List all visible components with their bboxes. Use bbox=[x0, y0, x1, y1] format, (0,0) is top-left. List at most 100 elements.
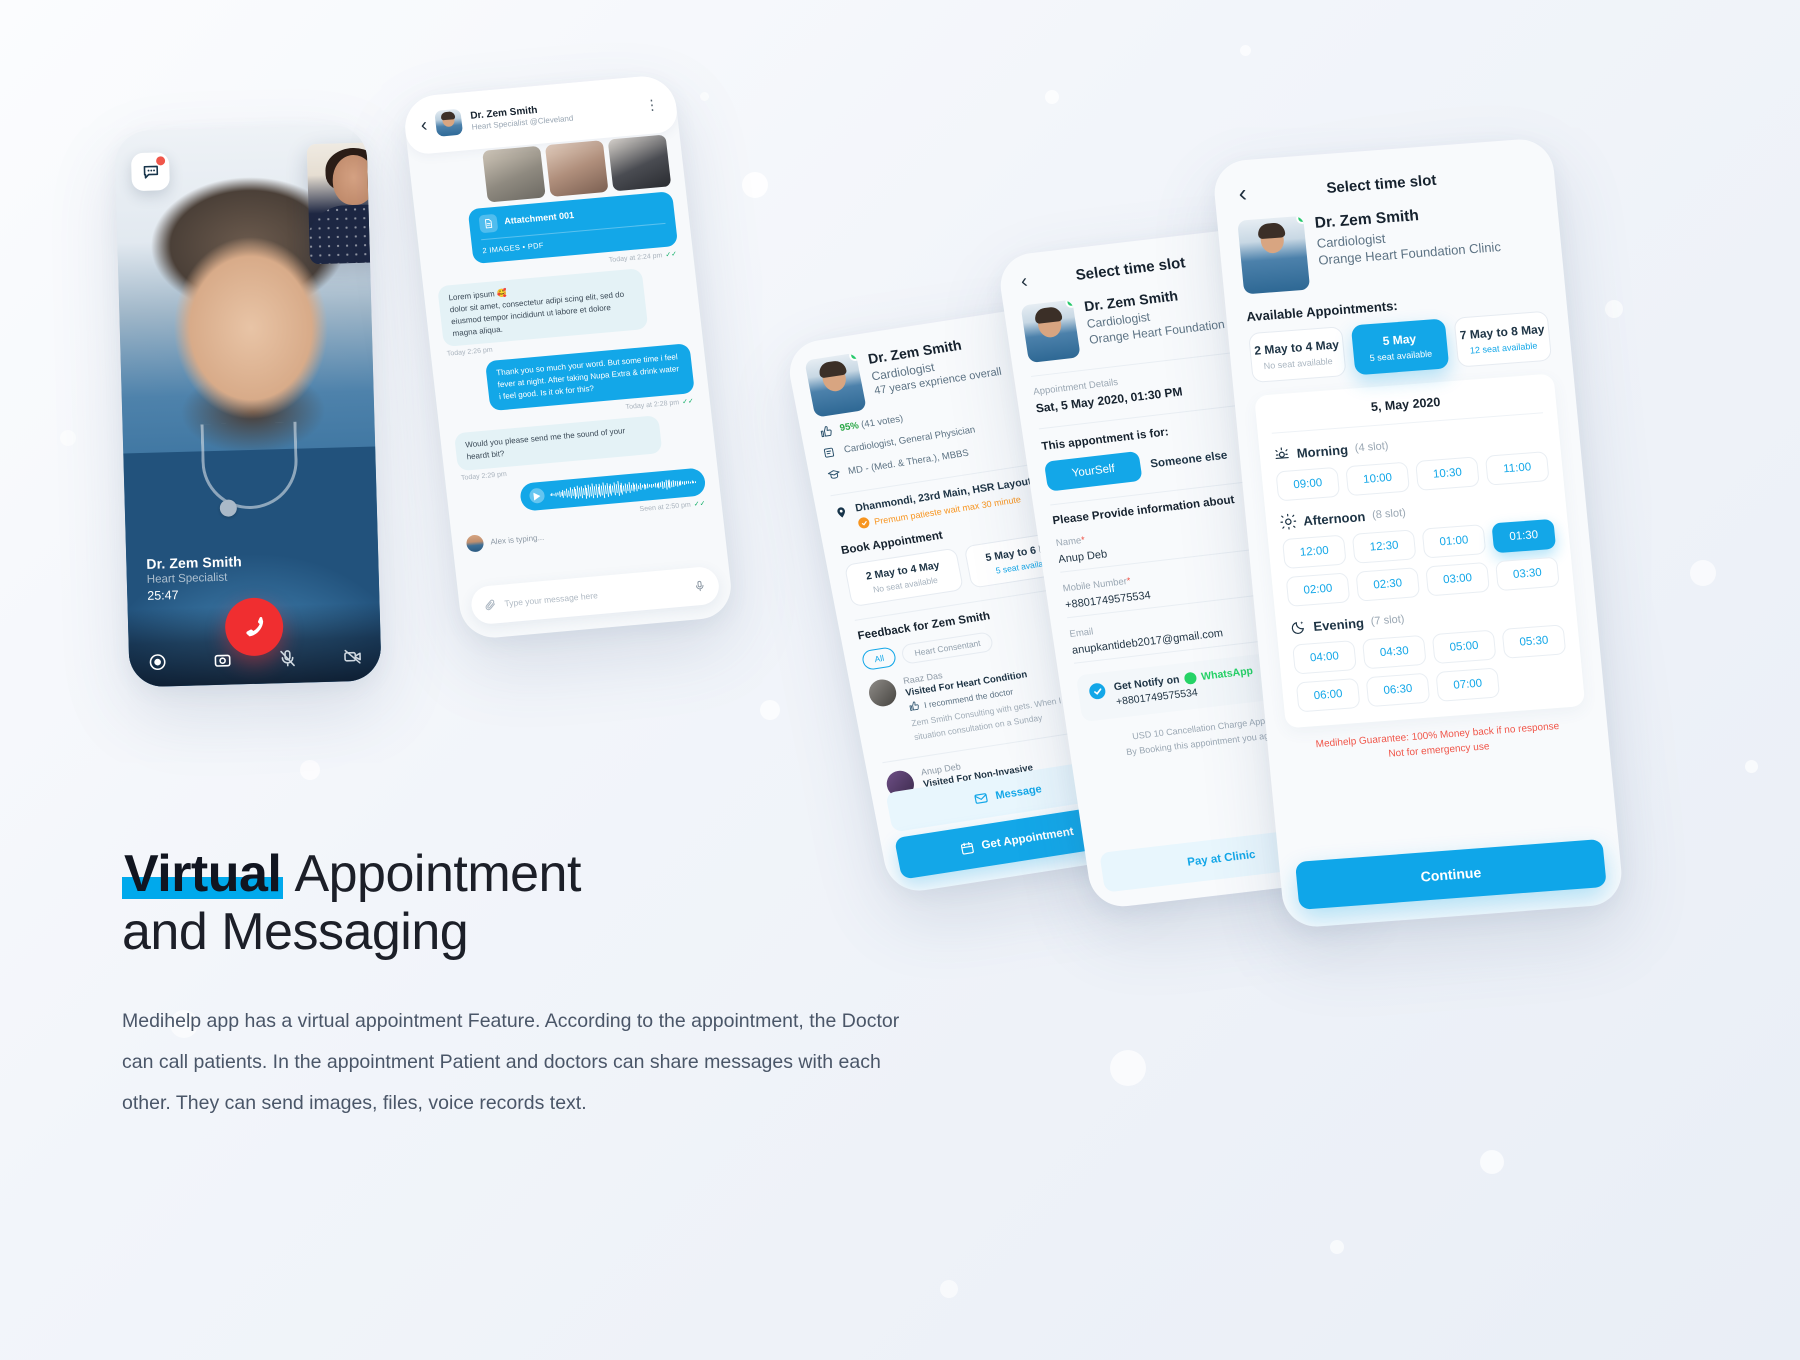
time-slot[interactable]: 06:30 bbox=[1365, 672, 1431, 708]
call-doctor-role: Heart Specialist bbox=[146, 571, 228, 586]
segment-someone-else[interactable]: Someone else bbox=[1150, 450, 1229, 471]
microphone-muted-icon bbox=[280, 649, 296, 666]
video-off-button[interactable] bbox=[341, 644, 366, 669]
record-icon bbox=[149, 653, 166, 670]
read-tick-icon: ✓✓ bbox=[665, 251, 678, 260]
sun-icon bbox=[1280, 513, 1297, 530]
verified-badge-icon bbox=[857, 516, 871, 530]
date-option-selected[interactable]: 5 May 5 seat available bbox=[1350, 318, 1450, 376]
audio-waveform bbox=[549, 474, 697, 503]
time-slot[interactable]: 09:00 bbox=[1275, 466, 1341, 502]
avatar bbox=[804, 352, 867, 418]
continue-button[interactable]: Continue bbox=[1294, 838, 1607, 910]
period-count: (4 slot) bbox=[1354, 440, 1389, 455]
doctor-summary: Dr. Zem Smith Cardiologist Orange Heart … bbox=[1237, 198, 1543, 295]
evening-slot-grid: 04:00 04:30 05:00 05:30 06:00 06:30 07:00 bbox=[1292, 624, 1570, 713]
time-slot[interactable]: 12:30 bbox=[1351, 529, 1417, 564]
record-button[interactable] bbox=[145, 649, 170, 674]
available-date-options: 2 May to 4 May No seat available 5 May 5… bbox=[1248, 310, 1553, 383]
graduation-cap-icon bbox=[825, 468, 841, 483]
patient-body bbox=[306, 203, 382, 265]
document-icon bbox=[478, 213, 499, 234]
online-status-dot bbox=[1295, 215, 1308, 225]
image-thumbnail[interactable] bbox=[482, 145, 546, 203]
read-tick-icon: ✓✓ bbox=[693, 499, 706, 508]
chat-bubble-icon bbox=[143, 165, 158, 179]
more-vertical-icon[interactable]: ⋮ bbox=[644, 96, 661, 113]
date-range: 5 May bbox=[1382, 331, 1417, 349]
time-slot[interactable]: 05:30 bbox=[1501, 624, 1567, 659]
period-name: Morning bbox=[1296, 441, 1349, 461]
required-marker: * bbox=[1080, 534, 1086, 547]
online-status-dot bbox=[1064, 299, 1078, 309]
read-tick-icon: ✓✓ bbox=[681, 397, 695, 406]
date-option[interactable]: 7 May to 8 May 12 seat available bbox=[1453, 310, 1553, 368]
time-slot[interactable]: 05:00 bbox=[1431, 629, 1497, 665]
time-slot[interactable]: 12:00 bbox=[1281, 534, 1347, 570]
video-call-phone: Dr. Zem Smith Heart Specialist 25:47 bbox=[114, 124, 382, 688]
segment-yourself[interactable]: YourSelf bbox=[1043, 450, 1143, 492]
time-slot[interactable]: 03:30 bbox=[1495, 556, 1560, 592]
time-slot[interactable]: 02:00 bbox=[1285, 572, 1351, 607]
mute-button[interactable] bbox=[275, 646, 300, 671]
date-range: 2 May to 4 May bbox=[1253, 337, 1340, 358]
image-thumbnail[interactable] bbox=[607, 134, 672, 192]
call-timer: 25:47 bbox=[147, 588, 179, 603]
avatar bbox=[465, 533, 485, 553]
attachment-title: Attatchment 001 bbox=[503, 210, 575, 227]
date-option[interactable]: 2 May to 4 May No seat available bbox=[843, 547, 964, 608]
microphone-icon[interactable] bbox=[693, 580, 706, 593]
unread-dot bbox=[155, 156, 166, 166]
slots-header: ‹ Select time slot bbox=[1234, 160, 1536, 207]
time-slot[interactable]: 01:00 bbox=[1421, 524, 1487, 559]
check-circle-icon[interactable] bbox=[1088, 682, 1107, 701]
time-slot[interactable]: 03:00 bbox=[1425, 561, 1490, 597]
page-title: Select time slot bbox=[1325, 171, 1438, 197]
headline-line2: and Messaging bbox=[122, 903, 469, 962]
self-video-preview[interactable] bbox=[306, 141, 382, 265]
chat-input-bar[interactable]: Type your message here bbox=[469, 565, 721, 626]
time-slot[interactable]: 10:00 bbox=[1345, 461, 1410, 497]
paperclip-icon[interactable] bbox=[484, 598, 497, 611]
filter-chip-heart[interactable]: Heart Consentant bbox=[900, 631, 995, 665]
date-option[interactable]: 2 May to 4 May No seat available bbox=[1248, 326, 1347, 383]
period-name: Afternoon bbox=[1302, 508, 1366, 529]
time-slot[interactable]: 02:30 bbox=[1355, 567, 1421, 602]
avatar bbox=[434, 108, 464, 137]
chat-message-list[interactable]: Attatchment 001 2 IMAGES • PDF Today at … bbox=[408, 127, 728, 578]
time-slot[interactable]: 04:30 bbox=[1361, 634, 1427, 670]
end-call-icon bbox=[245, 616, 263, 636]
avatar bbox=[1020, 299, 1081, 364]
screenshot-icon bbox=[214, 654, 231, 667]
avatar bbox=[866, 677, 899, 709]
afternoon-slot-grid: 12:00 12:30 01:00 01:30 02:00 02:30 03:00 03:30 bbox=[1281, 518, 1560, 607]
time-slot[interactable]: 07:00 bbox=[1435, 667, 1501, 702]
back-chevron-icon[interactable]: ‹ bbox=[420, 114, 429, 135]
sunrise-icon bbox=[1275, 447, 1289, 460]
time-slot[interactable]: 06:00 bbox=[1295, 677, 1361, 713]
image-thumbnail[interactable] bbox=[544, 140, 609, 197]
headline-rest: Appointment bbox=[283, 845, 581, 903]
date-availability: 5 seat available bbox=[1369, 348, 1433, 364]
screenshot-button[interactable] bbox=[210, 647, 235, 672]
search-input[interactable]: Type your message here bbox=[504, 582, 686, 608]
date-availability: 12 seat available bbox=[1469, 340, 1538, 356]
call-doctor-name: Dr. Zem Smith bbox=[146, 553, 242, 572]
time-slot[interactable]: 11:00 bbox=[1484, 451, 1550, 486]
chat-badge-button[interactable] bbox=[130, 152, 170, 192]
certificate-icon bbox=[821, 446, 837, 461]
page-title: Virtual Appointment and Messaging bbox=[122, 845, 942, 961]
period-count: (8 slot) bbox=[1371, 506, 1407, 522]
time-slot[interactable]: 10:30 bbox=[1415, 456, 1480, 491]
time-slot[interactable]: 04:00 bbox=[1292, 640, 1357, 675]
filter-chip-all[interactable]: All bbox=[860, 646, 898, 671]
moon-icon bbox=[1291, 621, 1304, 634]
rating-percent: 95% bbox=[838, 420, 860, 434]
hero-copy: Virtual Appointment and Messaging Medihe… bbox=[122, 845, 942, 1124]
time-slot-selected[interactable]: 01:30 bbox=[1491, 518, 1557, 554]
avatar bbox=[1237, 215, 1311, 295]
online-status-dot bbox=[848, 352, 862, 362]
play-icon[interactable] bbox=[528, 487, 545, 504]
select-time-slot-phone: ‹ Select time slot Dr. Zem Smith Cardiol… bbox=[1211, 137, 1625, 929]
date-availability: No seat available bbox=[1263, 355, 1334, 372]
